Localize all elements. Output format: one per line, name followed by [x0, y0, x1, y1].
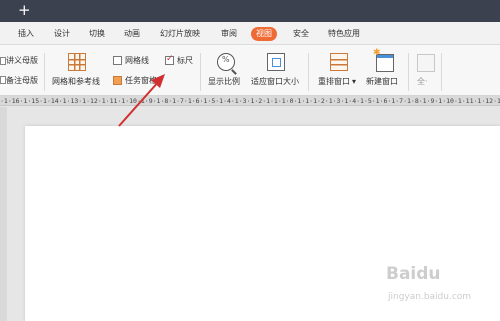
arrow-shaft	[118, 79, 161, 127]
annotation-arrow	[118, 74, 165, 127]
arrow-head	[151, 74, 165, 88]
